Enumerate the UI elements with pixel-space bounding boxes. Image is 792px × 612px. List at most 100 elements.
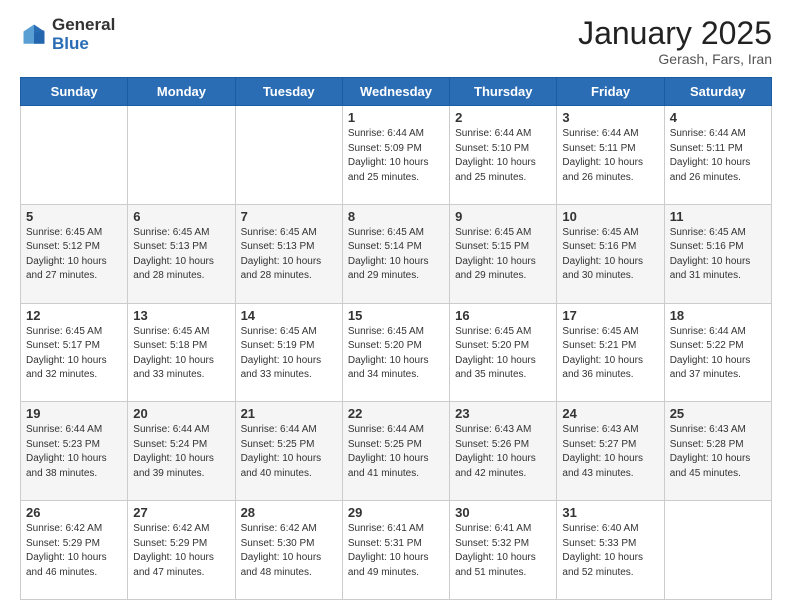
day-info-text: Sunrise: 6:41 AM Sunset: 5:31 PM Dayligh… bbox=[348, 522, 444, 580]
day-info-text: Sunrise: 6:44 AM Sunset: 5:23 PM Dayligh… bbox=[26, 423, 122, 481]
day-number: 13 bbox=[133, 308, 229, 323]
calendar-cell: 2Sunrise: 6:44 AM Sunset: 5:10 PM Daylig… bbox=[450, 106, 557, 205]
calendar-cell: 21 Sunrise: 6:44 AM Sunset: 5:25 PM Dayli… bbox=[235, 402, 342, 501]
calendar-cell: 6 Sunrise: 6:45 AM Sunset: 5:13 PM Daylig… bbox=[128, 204, 235, 303]
day-info-text: Sunrise: 6:45 AM Sunset: 5:17 PM Dayligh… bbox=[26, 325, 122, 383]
day-info-text: Sunrise: 6:44 AM Sunset: 5:24 PM Dayligh… bbox=[133, 423, 229, 481]
calendar-cell bbox=[128, 106, 235, 205]
day-number: 9 bbox=[455, 209, 551, 224]
day-info-text: Sunrise: 6:45 AM Sunset: 5:18 PM Dayligh… bbox=[133, 325, 229, 383]
day-info-text: Sunrise: 6:45 AM Sunset: 5:16 PM Dayligh… bbox=[670, 226, 766, 284]
day-number: 21 bbox=[241, 406, 337, 421]
location-subtitle: Gerash, Fars, Iran bbox=[578, 51, 772, 67]
calendar-cell: 24 Sunrise: 6:43 AM Sunset: 5:27 PM Dayli… bbox=[557, 402, 664, 501]
day-info-text: Sunrise: 6:45 AM Sunset: 5:20 PM Dayligh… bbox=[455, 325, 551, 383]
day-info-text: Sunrise: 6:45 AM Sunset: 5:20 PM Dayligh… bbox=[348, 325, 444, 383]
day-info-text: Sunrise: 6:42 AM Sunset: 5:30 PM Dayligh… bbox=[241, 522, 337, 580]
calendar-cell: 14 Sunrise: 6:45 AM Sunset: 5:19 PM Dayli… bbox=[235, 303, 342, 402]
day-number: 6 bbox=[133, 209, 229, 224]
day-info-text: Sunrise: 6:43 AM Sunset: 5:26 PM Dayligh… bbox=[455, 423, 551, 481]
calendar-cell: 28 Sunrise: 6:42 AM Sunset: 5:30 PM Dayli… bbox=[235, 501, 342, 600]
calendar-cell: 23 Sunrise: 6:43 AM Sunset: 5:26 PM Dayli… bbox=[450, 402, 557, 501]
day-info-text: Sunrise: 6:44 AM Sunset: 5:10 PM Dayligh… bbox=[455, 127, 551, 185]
day-info-text: Sunrise: 6:45 AM Sunset: 5:13 PM Dayligh… bbox=[241, 226, 337, 284]
logo: General Blue bbox=[20, 16, 115, 53]
title-area: January 2025 Gerash, Fars, Iran bbox=[578, 16, 772, 67]
calendar-cell: 20Sunrise: 6:44 AM Sunset: 5:24 PM Dayli… bbox=[128, 402, 235, 501]
day-number: 22 bbox=[348, 406, 444, 421]
calendar-cell: 9 Sunrise: 6:45 AM Sunset: 5:15 PM Daylig… bbox=[450, 204, 557, 303]
calendar-cell: 4 Sunrise: 6:44 AM Sunset: 5:11 PM Daylig… bbox=[664, 106, 771, 205]
day-number: 26 bbox=[26, 505, 122, 520]
day-number: 4 bbox=[670, 110, 766, 125]
day-number: 15 bbox=[348, 308, 444, 323]
day-info-text: Sunrise: 6:45 AM Sunset: 5:15 PM Dayligh… bbox=[455, 226, 551, 284]
day-info-text: Sunrise: 6:45 AM Sunset: 5:12 PM Dayligh… bbox=[26, 226, 122, 284]
calendar-week-row: 19 Sunrise: 6:44 AM Sunset: 5:23 PM Dayli… bbox=[21, 402, 772, 501]
day-info-text: Sunrise: 6:43 AM Sunset: 5:28 PM Dayligh… bbox=[670, 423, 766, 481]
calendar-cell bbox=[235, 106, 342, 205]
calendar-week-row: 12 Sunrise: 6:45 AM Sunset: 5:17 PM Dayli… bbox=[21, 303, 772, 402]
calendar-cell: 18Sunrise: 6:44 AM Sunset: 5:22 PM Dayli… bbox=[664, 303, 771, 402]
calendar-cell: 15 Sunrise: 6:45 AM Sunset: 5:20 PM Dayli… bbox=[342, 303, 449, 402]
day-number: 24 bbox=[562, 406, 658, 421]
weekday-header-wednesday: Wednesday bbox=[342, 78, 449, 106]
day-info-text: Sunrise: 6:41 AM Sunset: 5:32 PM Dayligh… bbox=[455, 522, 551, 580]
calendar-cell bbox=[664, 501, 771, 600]
day-number: 14 bbox=[241, 308, 337, 323]
calendar-cell: 29Sunrise: 6:41 AM Sunset: 5:31 PM Dayli… bbox=[342, 501, 449, 600]
weekday-header-friday: Friday bbox=[557, 78, 664, 106]
calendar-cell: 8 Sunrise: 6:45 AM Sunset: 5:14 PM Daylig… bbox=[342, 204, 449, 303]
calendar-cell: 25Sunrise: 6:43 AM Sunset: 5:28 PM Dayli… bbox=[664, 402, 771, 501]
calendar-cell: 5 Sunrise: 6:45 AM Sunset: 5:12 PM Daylig… bbox=[21, 204, 128, 303]
day-info-text: Sunrise: 6:44 AM Sunset: 5:09 PM Dayligh… bbox=[348, 127, 444, 185]
calendar-cell: 30 Sunrise: 6:41 AM Sunset: 5:32 PM Dayli… bbox=[450, 501, 557, 600]
calendar-cell: 19 Sunrise: 6:44 AM Sunset: 5:23 PM Dayli… bbox=[21, 402, 128, 501]
day-info-text: Sunrise: 6:45 AM Sunset: 5:19 PM Dayligh… bbox=[241, 325, 337, 383]
calendar-cell: 31Sunrise: 6:40 AM Sunset: 5:33 PM Dayli… bbox=[557, 501, 664, 600]
calendar-cell: 27Sunrise: 6:42 AM Sunset: 5:29 PM Dayli… bbox=[128, 501, 235, 600]
calendar-cell: 1Sunrise: 6:44 AM Sunset: 5:09 PM Daylig… bbox=[342, 106, 449, 205]
calendar-cell: 13 Sunrise: 6:45 AM Sunset: 5:18 PM Dayli… bbox=[128, 303, 235, 402]
weekday-header-monday: Monday bbox=[128, 78, 235, 106]
day-number: 12 bbox=[26, 308, 122, 323]
day-number: 11 bbox=[670, 209, 766, 224]
day-number: 8 bbox=[348, 209, 444, 224]
weekday-header-saturday: Saturday bbox=[664, 78, 771, 106]
calendar-cell: 12 Sunrise: 6:45 AM Sunset: 5:17 PM Dayli… bbox=[21, 303, 128, 402]
weekday-header-thursday: Thursday bbox=[450, 78, 557, 106]
calendar-week-row: 1Sunrise: 6:44 AM Sunset: 5:09 PM Daylig… bbox=[21, 106, 772, 205]
day-number: 23 bbox=[455, 406, 551, 421]
calendar-week-row: 5 Sunrise: 6:45 AM Sunset: 5:12 PM Daylig… bbox=[21, 204, 772, 303]
calendar-cell: 16 Sunrise: 6:45 AM Sunset: 5:20 PM Dayli… bbox=[450, 303, 557, 402]
month-title: January 2025 bbox=[578, 16, 772, 51]
day-number: 31 bbox=[562, 505, 658, 520]
calendar-cell bbox=[21, 106, 128, 205]
day-number: 3 bbox=[562, 110, 658, 125]
day-info-text: Sunrise: 6:44 AM Sunset: 5:11 PM Dayligh… bbox=[670, 127, 766, 185]
day-number: 28 bbox=[241, 505, 337, 520]
calendar-cell: 3Sunrise: 6:44 AM Sunset: 5:11 PM Daylig… bbox=[557, 106, 664, 205]
day-info-text: Sunrise: 6:42 AM Sunset: 5:29 PM Dayligh… bbox=[133, 522, 229, 580]
weekday-header-sunday: Sunday bbox=[21, 78, 128, 106]
day-info-text: Sunrise: 6:43 AM Sunset: 5:27 PM Dayligh… bbox=[562, 423, 658, 481]
calendar-cell: 26Sunrise: 6:42 AM Sunset: 5:29 PM Dayli… bbox=[21, 501, 128, 600]
header: General Blue January 2025 Gerash, Fars, … bbox=[20, 16, 772, 67]
calendar-cell: 17Sunrise: 6:45 AM Sunset: 5:21 PM Dayli… bbox=[557, 303, 664, 402]
day-number: 5 bbox=[26, 209, 122, 224]
day-number: 18 bbox=[670, 308, 766, 323]
calendar-week-row: 26 Sunrise: 6:42 AM Sunset: 5:29 PM Dayli… bbox=[21, 501, 772, 600]
day-info-text: Sunrise: 6:44 AM Sunset: 5:25 PM Dayligh… bbox=[241, 423, 337, 481]
weekday-header-row: SundayMondayTuesdayWednesdayThursdayFrid… bbox=[21, 78, 772, 106]
calendar-cell: 7Sunrise: 6:45 AM Sunset: 5:13 PM Daylig… bbox=[235, 204, 342, 303]
day-info-text: Sunrise: 6:45 AM Sunset: 5:14 PM Dayligh… bbox=[348, 226, 444, 284]
day-info-text: Sunrise: 6:45 AM Sunset: 5:13 PM Dayligh… bbox=[133, 226, 229, 284]
logo-text: General Blue bbox=[52, 16, 115, 53]
day-number: 19 bbox=[26, 406, 122, 421]
calendar-cell: 10Sunrise: 6:45 AM Sunset: 5:16 PM Dayli… bbox=[557, 204, 664, 303]
logo-icon bbox=[20, 21, 48, 49]
day-number: 17 bbox=[562, 308, 658, 323]
day-number: 30 bbox=[455, 505, 551, 520]
calendar-cell: 11 Sunrise: 6:45 AM Sunset: 5:16 PM Dayli… bbox=[664, 204, 771, 303]
day-number: 16 bbox=[455, 308, 551, 323]
